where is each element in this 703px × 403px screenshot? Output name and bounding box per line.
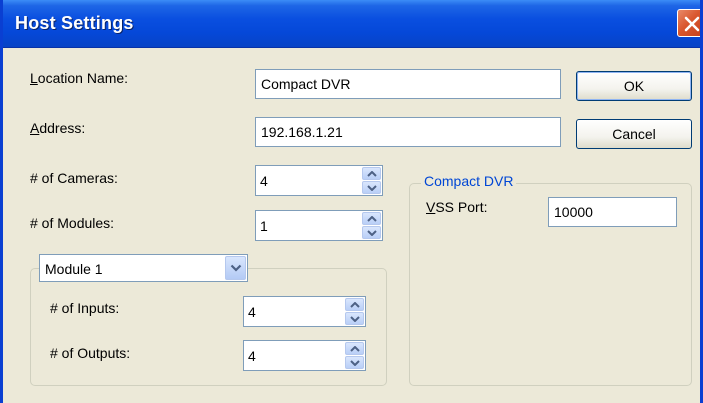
location-name-label-text: ocation Name: bbox=[37, 70, 129, 86]
address-label: Address: bbox=[30, 120, 85, 136]
arrow-up-icon bbox=[367, 216, 377, 222]
close-icon bbox=[684, 16, 700, 32]
vss-port-label: VSS Port: bbox=[426, 199, 487, 215]
outputs-up-button[interactable] bbox=[345, 342, 364, 355]
cameras-down-button[interactable] bbox=[362, 181, 381, 194]
vss-port-label-text: SS Port: bbox=[435, 199, 488, 215]
inputs-spinner[interactable]: 4 bbox=[243, 296, 366, 327]
module-dropdown-button[interactable] bbox=[225, 256, 246, 280]
outputs-down-button[interactable] bbox=[345, 356, 364, 369]
cameras-value: 4 bbox=[260, 173, 268, 189]
cameras-up-button[interactable] bbox=[362, 167, 381, 180]
modules-down-button[interactable] bbox=[362, 226, 381, 239]
modules-spinner[interactable]: 1 bbox=[255, 210, 383, 241]
title-bar[interactable]: Host Settings bbox=[3, 0, 700, 48]
arrow-down-icon bbox=[350, 360, 360, 366]
dialog-title: Host Settings bbox=[15, 13, 134, 33]
modules-label: # of Modules: bbox=[30, 215, 115, 231]
vss-port-value: 10000 bbox=[554, 204, 593, 220]
address-label-text: ddress: bbox=[39, 120, 86, 136]
host-settings-dialog: Host Settings Location Name: Compact DVR… bbox=[0, 0, 703, 403]
cancel-button[interactable]: Cancel bbox=[576, 119, 692, 149]
inputs-label: # of Inputs: bbox=[50, 300, 120, 316]
inputs-value: 4 bbox=[248, 304, 256, 320]
modules-value: 1 bbox=[260, 218, 268, 234]
arrow-up-icon bbox=[350, 302, 360, 308]
arrow-down-icon bbox=[367, 185, 377, 191]
module-select[interactable]: Module 1 bbox=[39, 254, 248, 282]
address-value: 192.168.1.21 bbox=[261, 124, 343, 140]
chevron-down-icon bbox=[230, 264, 242, 272]
ok-button[interactable]: OK bbox=[576, 71, 692, 101]
location-name-value: Compact DVR bbox=[261, 76, 351, 92]
close-button[interactable] bbox=[677, 9, 700, 37]
modules-up-button[interactable] bbox=[362, 212, 381, 225]
location-name-label: Location Name: bbox=[30, 70, 128, 86]
inputs-up-button[interactable] bbox=[345, 298, 364, 311]
arrow-up-icon bbox=[350, 346, 360, 352]
module-select-value: Module 1 bbox=[45, 261, 103, 277]
location-name-input[interactable]: Compact DVR bbox=[255, 69, 561, 99]
cameras-label: # of Cameras: bbox=[30, 170, 118, 186]
arrow-up-icon bbox=[367, 171, 377, 177]
inputs-down-button[interactable] bbox=[345, 312, 364, 325]
vss-port-accel: V bbox=[426, 199, 436, 215]
location-name-accel: L bbox=[30, 70, 38, 86]
outputs-label: # of Outputs: bbox=[50, 345, 131, 361]
arrow-down-icon bbox=[350, 316, 360, 322]
arrow-down-icon bbox=[367, 230, 377, 236]
dvr-group-caption: Compact DVR bbox=[421, 173, 517, 189]
address-input[interactable]: 192.168.1.21 bbox=[255, 117, 561, 147]
outputs-value: 4 bbox=[248, 348, 256, 364]
address-accel: A bbox=[30, 120, 40, 136]
vss-port-input[interactable]: 10000 bbox=[548, 197, 677, 227]
outputs-spinner[interactable]: 4 bbox=[243, 340, 366, 371]
cameras-spinner[interactable]: 4 bbox=[255, 165, 383, 196]
